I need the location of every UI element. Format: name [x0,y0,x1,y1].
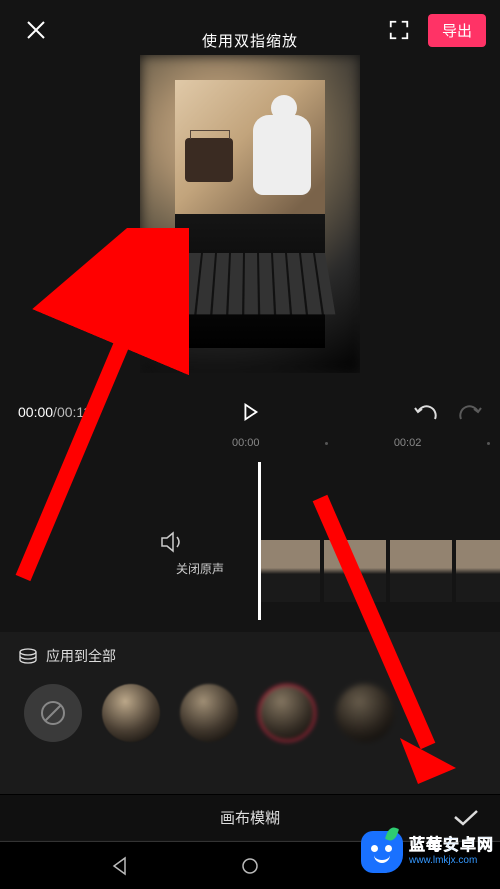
close-button[interactable] [14,8,58,52]
ruler-mark: 00:00 [232,437,260,449]
undo-button[interactable] [414,402,438,422]
nav-home-button[interactable] [240,856,260,876]
preview-content [175,80,325,348]
nav-back-button[interactable] [110,856,130,876]
canvas-blur-panel: 应用到全部 [0,632,500,794]
blur-option-4[interactable] [336,684,394,742]
apply-to-all-button[interactable]: 应用到全部 [18,646,482,666]
watermark-url: www.lmkjx.com [409,856,494,866]
timeline-thumb[interactable] [390,540,452,602]
fullscreen-button[interactable] [388,19,410,41]
watermark-title: 蓝莓安卓网 [409,838,494,854]
timeline-track[interactable]: + [258,540,500,602]
redo-icon [458,402,482,422]
pinch-hint-label: 使用双指缩放 [202,30,298,51]
time-display: 00:00/00:11 [18,404,91,420]
play-icon [239,401,261,423]
undo-icon [414,402,438,422]
mute-label: 关闭原声 [176,562,224,576]
blur-option-2[interactable] [180,684,238,742]
watermark: 蓝莓安卓网 www.lmkjx.com [361,831,494,873]
timeline-ruler: 00:00 00:02 [232,432,490,454]
circle-home-icon [240,856,260,876]
playhead[interactable] [258,462,261,620]
scene-bear [253,115,311,195]
timeline-thumb[interactable] [324,540,386,602]
ruler-dot [487,442,490,445]
timeline-thumb[interactable] [258,540,320,602]
play-button[interactable] [239,401,261,423]
fullscreen-icon [388,19,410,41]
ruler-mark: 00:02 [394,437,422,449]
export-button[interactable]: 导出 [428,14,486,47]
current-time: 00:00 [18,404,53,420]
mute-original-button[interactable]: 关闭原声 [160,530,240,577]
blur-option-3[interactable] [258,684,316,742]
total-time: 00:11 [57,404,91,420]
blur-option-none[interactable] [24,684,82,742]
check-icon [452,808,480,828]
blur-option-1[interactable] [102,684,160,742]
panel-title: 画布模糊 [220,807,280,828]
close-icon [24,18,48,42]
watermark-logo [361,831,403,873]
redo-button[interactable] [458,402,482,422]
confirm-button[interactable] [452,808,480,828]
none-icon [39,699,67,727]
stack-icon [18,647,38,665]
ruler-dot [325,442,328,445]
apply-all-label: 应用到全部 [46,646,116,666]
timeline-thumb[interactable] [456,540,500,602]
scene-keyboard [165,253,336,314]
scene-tv [185,138,233,182]
triangle-back-icon [110,856,130,876]
video-preview[interactable] [140,55,360,373]
speaker-icon [160,530,186,554]
